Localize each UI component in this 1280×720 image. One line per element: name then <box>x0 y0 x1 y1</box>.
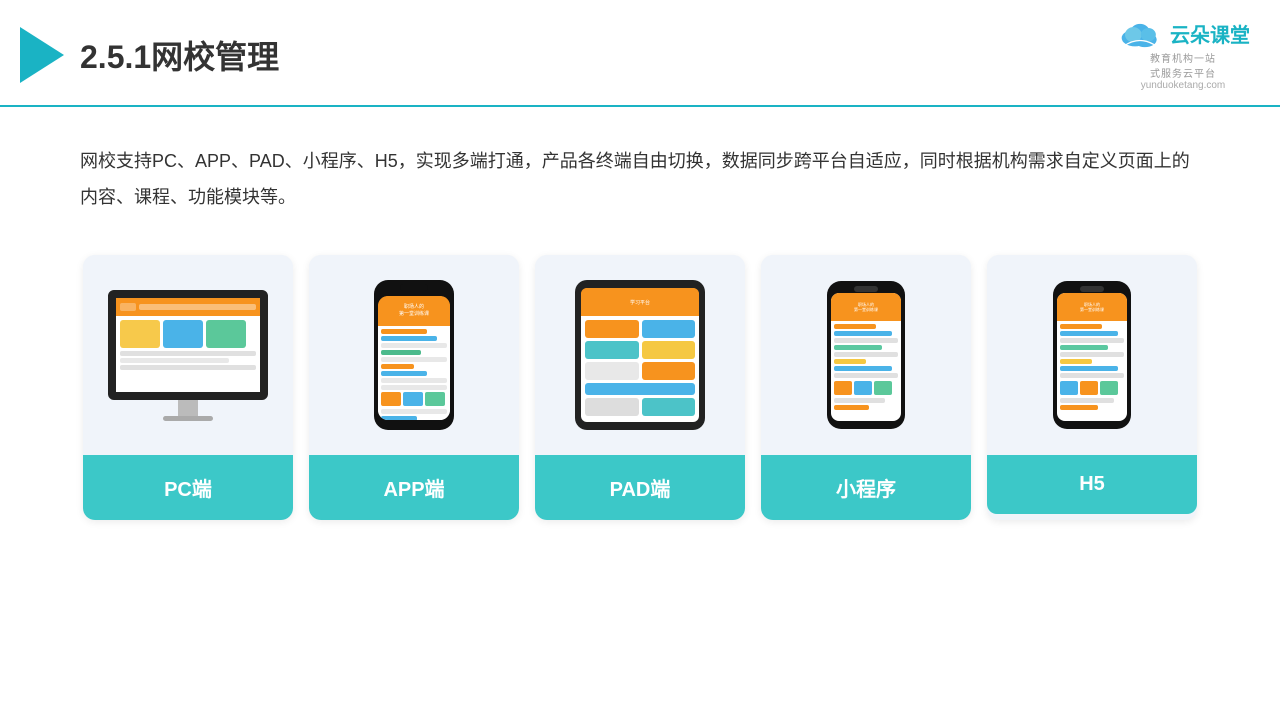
phone-screen: 职场人的第一堂训练课 <box>378 296 450 420</box>
phone-body: 职场人的第一堂训练课 <box>374 280 454 430</box>
tablet-body: 学习平台 <box>575 280 705 430</box>
cloud-icon <box>1116 18 1164 48</box>
h5-phone-body: 职场人的第一堂训练课 <box>1053 281 1131 429</box>
app-phone: 职场人的第一堂训练课 <box>374 280 454 430</box>
logo-sub-text: 教育机构一站 式服务云平台 <box>1150 50 1216 80</box>
play-icon <box>20 27 64 83</box>
card-pc-label: PC端 <box>83 455 293 520</box>
card-mini-image: 职场人的第一堂训练课 <box>761 255 971 455</box>
logo-domain: yunduoketang.com <box>1141 80 1226 91</box>
header-left: 2.5.1网校管理 <box>20 27 279 83</box>
tablet-screen: 学习平台 <box>581 288 699 422</box>
pc-monitor <box>108 290 268 421</box>
cards-container: PC端 职场人的第一堂训练课 <box>0 235 1280 550</box>
card-app-label: APP端 <box>309 455 519 520</box>
phone-notch <box>400 284 428 291</box>
pad-tablet: 学习平台 <box>575 280 705 430</box>
card-pad-label: PAD端 <box>535 455 745 520</box>
card-pc-image <box>83 255 293 455</box>
card-h5-label: H5 <box>987 455 1197 514</box>
card-h5-image: 职场人的第一堂训练课 <box>987 255 1197 455</box>
card-pc: PC端 <box>83 255 293 520</box>
page-title: 2.5.1网校管理 <box>80 32 279 78</box>
monitor-screen <box>108 290 268 400</box>
h5-phone-notch <box>1080 286 1104 292</box>
mini-phone-screen: 职场人的第一堂训练课 <box>831 293 901 421</box>
logo-cloud: 云朵课堂 <box>1116 18 1250 48</box>
card-pad-image: 学习平台 <box>535 255 745 455</box>
card-mini: 职场人的第一堂训练课 <box>761 255 971 520</box>
card-mini-label: 小程序 <box>761 455 971 520</box>
logo-area: 云朵课堂 教育机构一站 式服务云平台 yunduoketang.com <box>1116 18 1250 91</box>
mini-phone-body: 职场人的第一堂训练课 <box>827 281 905 429</box>
logo-text: 云朵课堂 <box>1170 19 1250 48</box>
card-app: 职场人的第一堂训练课 <box>309 255 519 520</box>
description-text: 网校支持PC、APP、PAD、小程序、H5，实现多端打通，产品各终端自由切换，数… <box>0 107 1280 235</box>
mini-phone-notch <box>854 286 878 292</box>
card-pad: 学习平台 <box>535 255 745 520</box>
h5-phone-screen: 职场人的第一堂训练课 <box>1057 293 1127 421</box>
h5-phone: 职场人的第一堂训练课 <box>1053 281 1131 429</box>
mini-phone: 职场人的第一堂训练课 <box>827 281 905 429</box>
card-app-image: 职场人的第一堂训练课 <box>309 255 519 455</box>
card-h5: 职场人的第一堂训练课 <box>987 255 1197 520</box>
page-header: 2.5.1网校管理 云朵课堂 教育机构一站 式服务云平台 yunduoketan… <box>0 0 1280 107</box>
